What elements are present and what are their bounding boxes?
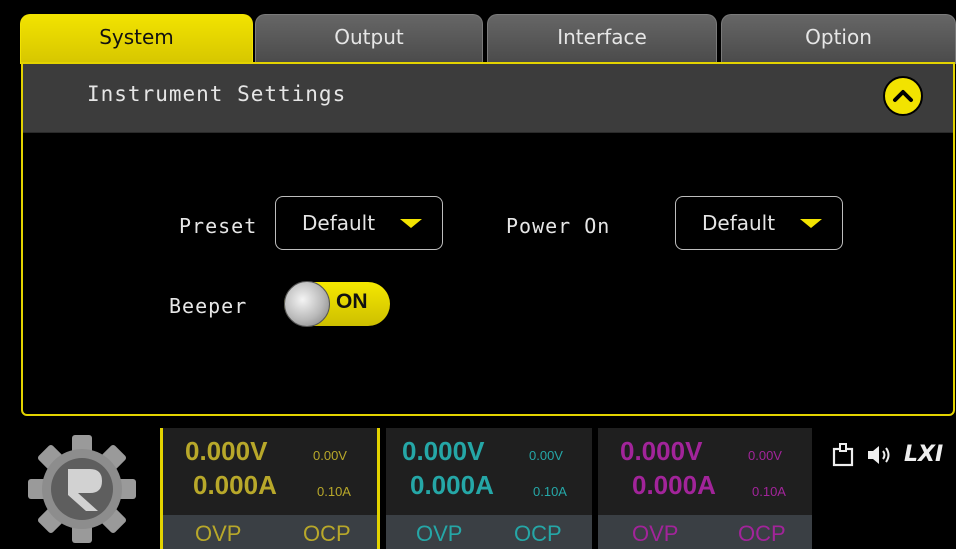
ch1-protection-row: OVP OCP (163, 515, 377, 549)
ch1-voltage: 0.000V (185, 436, 268, 466)
collapse-button[interactable] (883, 76, 923, 116)
ch3-protection-row: OVP OCP (598, 515, 812, 549)
gear-logo-icon (28, 435, 136, 543)
ch1-current: 0.000A (193, 470, 277, 500)
beeper-toggle[interactable]: ON (284, 281, 390, 327)
power-on-dropdown[interactable]: Default (675, 196, 843, 250)
ch2-ocp: OCP (514, 521, 562, 546)
channel-3-panel[interactable]: 0.000V 0.00V 0.000A 0.10A OVP OCP (598, 428, 812, 549)
status-bar: 0.000V 0.00V 0.000A 0.10A OVP OCP 0.000V… (0, 420, 956, 549)
ch2-set-current: 0.10A (533, 484, 567, 499)
power-on-value: Default (702, 211, 776, 235)
preset-dropdown[interactable]: Default (275, 196, 443, 250)
caret-down-icon (400, 219, 422, 228)
power-on-label: Power On (506, 214, 611, 238)
toggle-knob (284, 281, 330, 327)
channel-2-panel[interactable]: 0.000V 0.00V 0.000A 0.10A OVP OCP (386, 428, 592, 549)
speaker-icon[interactable] (866, 444, 892, 466)
ch2-ovp: OVP (416, 521, 463, 546)
panel-title: Instrument Settings (87, 82, 347, 106)
ch1-set-voltage: 0.00V (313, 448, 347, 463)
ch3-set-voltage: 0.00V (748, 448, 782, 463)
ch1-set-current: 0.10A (317, 484, 351, 499)
ch3-voltage: 0.000V (620, 436, 703, 466)
ch3-ocp: OCP (738, 521, 786, 546)
tab-interface[interactable]: Interface (487, 14, 717, 64)
usb-icon[interactable] (832, 442, 854, 467)
ch1-ovp: OVP (195, 521, 242, 546)
preset-value: Default (302, 211, 376, 235)
instrument-settings-panel: Instrument Settings Preset Default Power… (21, 62, 955, 416)
beeper-state: ON (336, 290, 368, 313)
ch2-protection-row: OVP OCP (386, 515, 592, 549)
beeper-label: Beeper (169, 294, 248, 318)
chevron-up-icon (893, 90, 913, 102)
tab-bar: System Output Interface Option (0, 0, 956, 64)
preset-label: Preset (179, 214, 258, 238)
lxi-icon[interactable]: LXI (904, 442, 943, 467)
tab-option[interactable]: Option (721, 14, 956, 64)
ch3-set-current: 0.10A (752, 484, 786, 499)
caret-down-icon (800, 219, 822, 228)
home-logo-button[interactable] (22, 434, 142, 544)
ch2-current: 0.000A (410, 470, 494, 500)
ch3-current: 0.000A (632, 470, 716, 500)
panel-header: Instrument Settings (23, 64, 953, 133)
status-icons: LXI (832, 442, 943, 467)
channel-1-panel[interactable]: 0.000V 0.00V 0.000A 0.10A OVP OCP (160, 428, 380, 549)
tab-output[interactable]: Output (255, 14, 483, 64)
ch2-voltage: 0.000V (402, 436, 485, 466)
ch1-ocp: OCP (303, 521, 351, 546)
ch2-set-voltage: 0.00V (529, 448, 563, 463)
ch3-ovp: OVP (632, 521, 679, 546)
tab-system[interactable]: System (20, 14, 253, 64)
